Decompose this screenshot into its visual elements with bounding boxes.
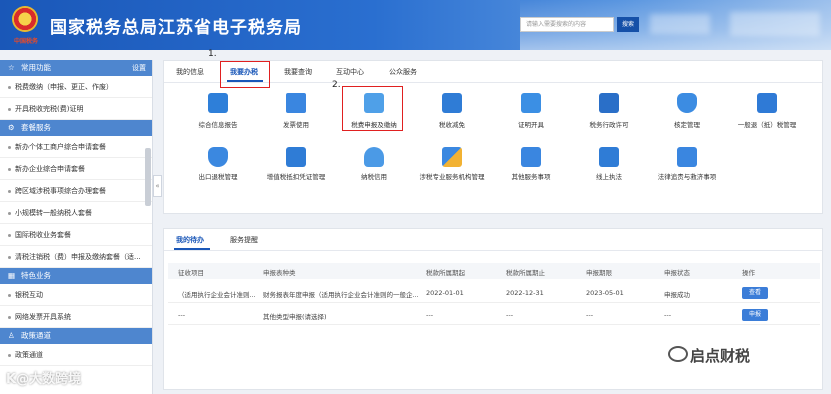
table-cell: 2022-01-01 (426, 289, 464, 297)
settings-link[interactable]: 设置 (132, 60, 146, 76)
step2-label: 2. (332, 80, 341, 90)
function-label[interactable]: 涉税专业服务机构管理 (407, 171, 497, 181)
sidebar-item[interactable]: 小规模转一般纳税人套餐 (0, 202, 152, 224)
function-label[interactable]: 线上执法 (564, 171, 654, 181)
service-panel: 我的信息 我要办税 我要查询 互动中心 公众服务 综合信息报告 发票使用 税费申… (163, 49, 823, 214)
table-cell: 2023-05-01 (586, 289, 624, 297)
function-label[interactable]: 发票使用 (251, 119, 341, 129)
column-header: 税款所属期起 (426, 269, 465, 277)
table-cell: --- (506, 311, 514, 319)
active-tab-indicator (174, 248, 210, 250)
function-label[interactable]: 证明开具 (486, 119, 576, 129)
function-label[interactable]: 法律追责与救济事项 (642, 171, 732, 181)
table-cell: --- (426, 311, 434, 319)
shield-icon[interactable] (208, 147, 228, 167)
sidebar-scrollbar[interactable] (145, 148, 151, 206)
bottom-tabs: 我的待办 服务提醒 (164, 229, 822, 251)
function-label[interactable]: 纳税信用 (329, 171, 419, 181)
emblem-tag: 中国税务 (14, 38, 39, 45)
table-cell: （适用执行企业会计准则... (178, 291, 256, 299)
table-cell: 2022-12-31 (506, 289, 544, 297)
column-header: 操作 (742, 269, 755, 277)
watermark-text: 启点财税 (690, 347, 751, 365)
tab-my-info[interactable]: 我的信息 (176, 67, 204, 77)
translate-icon[interactable] (599, 147, 619, 167)
sidebar-item[interactable]: 网络发票开具系统 (0, 306, 152, 328)
sidebar-item[interactable]: 税费缴纳（申报、更正、作废） (0, 76, 152, 98)
blurred-region (730, 12, 820, 36)
tax-emblem-icon (12, 6, 38, 32)
sidebar-item[interactable]: 跨区域涉税事项综合办理套餐 (0, 180, 152, 202)
invoice-icon[interactable] (286, 93, 306, 113)
function-label[interactable]: 出口退税管理 (173, 171, 263, 181)
function-label[interactable]: 一般退（抵）税管理 (722, 119, 812, 129)
blurred-region (650, 14, 710, 34)
header-banner: 中国税务 国家税务总局江苏省电子税务局 请输入需要搜索的内容 搜索 (0, 0, 831, 50)
collapse-sidebar-button[interactable]: « (153, 175, 162, 197)
monitor-icon[interactable] (521, 147, 541, 167)
status-cell: 申报成功 (664, 291, 690, 299)
star-icon: ☆ (8, 63, 15, 72)
function-label[interactable]: 其他服务事项 (486, 171, 576, 181)
function-label[interactable]: 增值税抵扣凭证管理 (251, 171, 341, 181)
sidebar-section-package[interactable]: ⚙ 套餐服务 (0, 120, 152, 136)
credit-icon[interactable] (364, 147, 384, 167)
column-header: 申报期限 (586, 269, 612, 277)
highlight-box-step2 (342, 86, 403, 131)
highlight-box-step1 (220, 61, 270, 88)
table-row: （适用执行企业会计准则... 财务报表年度申报（适用执行企业会计准则的一般企..… (168, 283, 820, 303)
declare-button[interactable]: 申报 (742, 309, 768, 321)
function-label[interactable]: 税务行政许可 (564, 119, 654, 129)
function-label[interactable]: 综合信息报告 (173, 119, 263, 129)
function-label[interactable]: 核定管理 (642, 119, 732, 129)
tab-reminders[interactable]: 服务提醒 (230, 235, 258, 245)
tab-interaction[interactable]: 互动中心 (336, 67, 364, 77)
license-icon[interactable] (599, 93, 619, 113)
tab-my-todo[interactable]: 我的待办 (176, 235, 204, 245)
sidebar-section-policy[interactable]: ♙ 政策通道 (0, 328, 152, 344)
sidebar-item[interactable]: 政策通道 (0, 344, 152, 366)
sidebar-section-common[interactable]: ☆ 常用功能 设置 (0, 60, 152, 76)
scale-icon[interactable] (677, 147, 697, 167)
function-label[interactable]: 税收减免 (407, 119, 497, 129)
column-header: 税款所属期止 (506, 269, 545, 277)
table-cell: --- (586, 311, 594, 319)
org-tree-icon[interactable] (757, 93, 777, 113)
watermark-text: K@大数跨境 (6, 372, 82, 387)
column-header: 申报表种类 (263, 269, 296, 277)
sidebar-item[interactable]: 新办企业综合申请套餐 (0, 158, 152, 180)
view-button[interactable]: 查看 (742, 287, 768, 299)
search-input[interactable]: 请输入需要搜索的内容 (520, 17, 614, 32)
tab-public-service[interactable]: 公众服务 (389, 67, 417, 77)
search-button[interactable]: 搜索 (617, 17, 639, 32)
table-cell: --- (178, 311, 186, 319)
chart-icon[interactable] (442, 93, 462, 113)
sidebar-item[interactable]: 新办个体工商户综合申请套餐 (0, 136, 152, 158)
table-cell[interactable]: 其他类型申报(请选择) (263, 311, 327, 321)
sidebar-item[interactable]: 银税互动 (0, 284, 152, 306)
sidebar-item[interactable]: 开具税收完税(费)证明 (0, 98, 152, 120)
report-icon[interactable] (208, 93, 228, 113)
agency-icon[interactable] (442, 147, 462, 167)
status-cell: --- (664, 311, 672, 319)
column-header: 申报状态 (664, 269, 690, 277)
sidebar-item[interactable]: 清税注销税（费）申报及缴纳套餐（适... (0, 246, 152, 268)
sidebar-item[interactable]: 国际税收业务套餐 (0, 224, 152, 246)
table-cell: 财务报表年度申报（适用执行企业会计准则的一般企... (263, 291, 419, 299)
wechat-icon (668, 346, 688, 362)
step1-label: 1. (208, 49, 217, 59)
user-icon: ♙ (8, 331, 15, 340)
table-header: 征收项目 申报表种类 税款所属期起 税款所属期止 申报期限 申报状态 操作 (168, 263, 820, 279)
document-icon[interactable] (286, 147, 306, 167)
column-header: 征收项目 (178, 269, 204, 277)
sidebar: ☆ 常用功能 设置 税费缴纳（申报、更正、作废） 开具税收完税(费)证明 ⚙ 套餐服务… (0, 60, 153, 394)
site-title: 国家税务总局江苏省电子税务局 (50, 18, 302, 38)
certificate-icon[interactable] (521, 93, 541, 113)
gear-icon: ⚙ (8, 123, 15, 132)
tab-query[interactable]: 我要查询 (284, 67, 312, 77)
table-row: --- 其他类型申报(请选择) --- --- --- --- 申报 (168, 305, 820, 325)
shield-icon[interactable] (677, 93, 697, 113)
grid-icon: ▦ (8, 271, 16, 280)
sidebar-section-special[interactable]: ▦ 特色业务 (0, 268, 152, 284)
